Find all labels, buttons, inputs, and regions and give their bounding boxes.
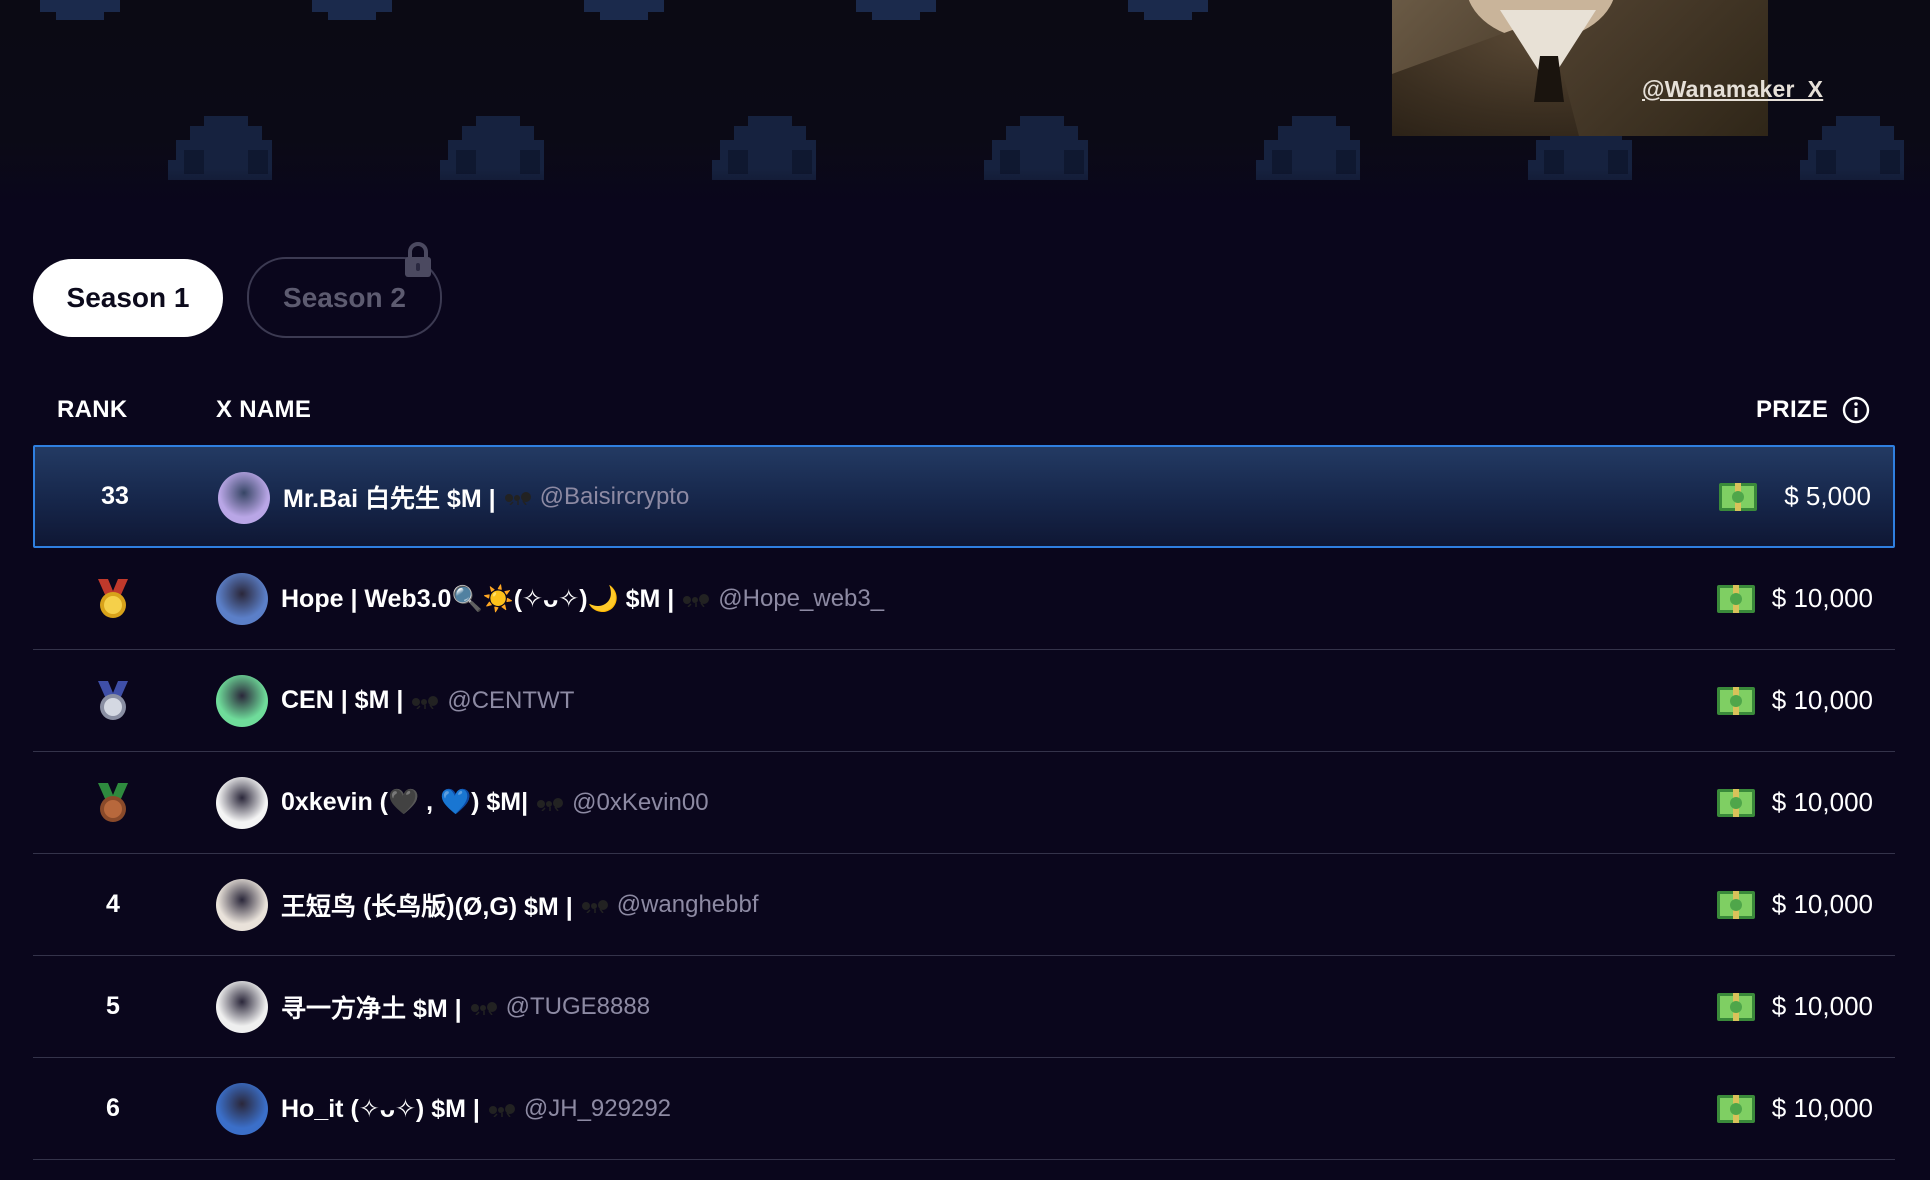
header-banner: @Wanamaker_X [0,0,1930,225]
tab-season-1[interactable]: Season 1 [33,259,223,337]
table-row[interactable]: 6 Ho_it (✧ᴗ✧) $M | @JH_929292 $ 10,000 [33,1058,1895,1160]
prize-amount: $ 10,000 [1771,991,1873,1021]
cash-icon [1716,992,1755,1021]
prize-amount: $ 10,000 [1771,1093,1873,1123]
prize-cell: $ 10,000 [1716,650,1873,751]
x-handle[interactable]: @0xKevin00 [572,789,708,817]
name-cell: Ho_it (✧ᴗ✧) $M | @JH_929292 [281,1058,671,1159]
rank-number: 4 [106,890,120,918]
ant-icon [683,593,710,607]
name-cell: CEN | $M | @CENTWT [281,650,574,751]
prize-cell: $ 10,000 [1716,752,1873,853]
avatar [216,777,268,829]
leaderboard-page: @Wanamaker_X Season 1 Season 2 RANK X NA… [0,0,1930,1180]
rank-cell [33,650,193,751]
gold-medal-icon [98,578,128,618]
table-row[interactable]: CEN | $M | @CENTWT $ 10,000 [33,650,1895,752]
x-handle[interactable]: @TUGE8888 [506,993,650,1021]
cash-icon [1719,482,1758,511]
cash-icon [1716,1094,1755,1123]
name-cell: 寻一方净土 $M | @TUGE8888 [281,956,650,1057]
prize-amount: $ 5,000 [1784,481,1871,511]
profile-handle-link[interactable]: @Wanamaker_X [1642,76,1823,103]
table-row[interactable]: 0xkevin (🖤 , 💙) $M| @0xKevin00 $ 10,000 [33,752,1895,854]
x-handle[interactable]: @wanghebbf [617,891,759,919]
avatar [216,879,268,931]
prize-amount: $ 10,000 [1771,685,1873,715]
display-name: 0xkevin (🖤 , 💙) $M| [281,788,529,816]
display-name: Ho_it (✧ᴗ✧) $M | [281,1094,480,1123]
column-header-x-name: X NAME [216,396,312,423]
cash-icon [1716,890,1755,919]
column-header-prize: PRIZE [1756,396,1829,423]
name-cell: 0xkevin (🖤 , 💙) $M| @0xKevin00 [281,752,709,853]
name-cell: Hope | Web3.0🔍☀️(✧ᴗ✧)🌙 $M | @Hope_web3_ [281,548,884,649]
ant-icon [470,1001,497,1015]
rank-cell: 6 [33,1058,193,1159]
x-handle[interactable]: @JH_929292 [524,1095,671,1123]
rank-cell: 5 [33,956,193,1057]
prize-amount: $ 10,000 [1771,889,1873,919]
name-cell: 王短鸟 (长鸟版)(Ø,G) $M | @wanghebbf [281,854,759,955]
profile-portrait [1392,0,1768,136]
prize-cell: $ 10,000 [1716,548,1873,649]
x-handle[interactable]: @Baisircrypto [540,483,690,511]
lock-icon [405,242,431,277]
avatar [218,472,270,524]
name-cell: Mr.Bai 白先生 $M | @Baisircrypto [283,447,689,546]
ant-icon [581,899,608,913]
table-row[interactable]: 5 寻一方净土 $M | @TUGE8888 $ 10,000 [33,956,1895,1058]
ant-icon [537,797,564,811]
display-name: CEN | $M | [281,686,404,714]
display-name: Hope | Web3.0🔍☀️(✧ᴗ✧)🌙 $M | [281,584,675,613]
column-header-rank: RANK [57,396,128,423]
ant-icon [412,695,439,709]
table-row[interactable]: 4 王短鸟 (长鸟版)(Ø,G) $M | @wanghebbf $ 10,000 [33,854,1895,956]
prize-cell: $ 10,000 [1716,1058,1873,1159]
leaderboard-table: 33 Mr.Bai 白先生 $M | @Baisircrypto $ 5,000… [33,445,1895,1160]
x-handle[interactable]: @CENTWT [447,687,574,715]
rank-number: 6 [106,1094,120,1122]
display-name: Mr.Bai 白先生 $M | [283,484,496,513]
avatar [216,675,268,727]
ant-icon [488,1103,515,1117]
avatar [216,573,268,625]
prize-amount: $ 10,000 [1771,583,1873,613]
info-icon[interactable] [1842,396,1870,424]
rank-cell [33,752,193,853]
cash-icon [1716,584,1755,613]
cash-icon [1716,686,1755,715]
display-name: 寻一方净土 $M | [281,994,462,1023]
ant-icon [504,491,531,505]
prize-cell: $ 10,000 [1716,854,1873,955]
prize-amount: $ 10,000 [1771,787,1873,817]
rank-number: 5 [106,992,120,1020]
bronze-medal-icon [98,782,128,822]
avatar [216,1083,268,1135]
avatar [216,981,268,1033]
x-handle[interactable]: @Hope_web3_ [718,585,884,613]
display-name: 王短鸟 (长鸟版)(Ø,G) $M | [281,892,573,921]
table-row[interactable]: Hope | Web3.0🔍☀️(✧ᴗ✧)🌙 $M | @Hope_web3_ $ … [33,548,1895,650]
rank-cell: 33 [101,482,129,510]
prize-cell: $ 10,000 [1716,956,1873,1057]
cash-icon [1716,788,1755,817]
rank-cell: 4 [33,854,193,955]
table-row-current-user[interactable]: 33 Mr.Bai 白先生 $M | @Baisircrypto $ 5,000 [33,445,1895,548]
rank-cell [33,548,193,649]
silver-medal-icon [98,680,128,720]
prize-cell: $ 5,000 [1718,447,1871,546]
